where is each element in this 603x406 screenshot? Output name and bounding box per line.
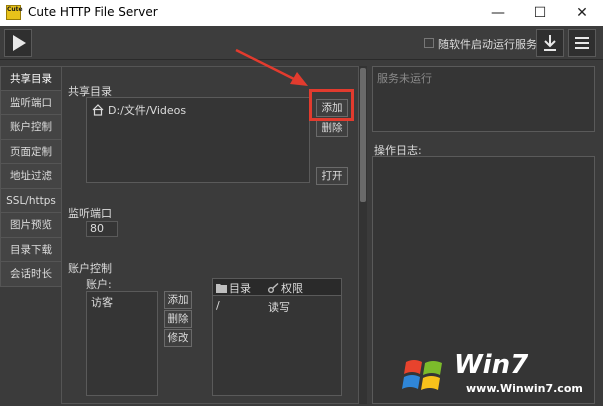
delete-dir-button[interactable]: 删除 — [316, 119, 348, 137]
tab-image-preview[interactable]: 图片预览 — [0, 213, 62, 238]
highlight-box — [309, 89, 354, 121]
row-dir: / — [216, 299, 220, 312]
tab-page-custom[interactable]: 页面定制 — [0, 139, 62, 164]
watermark-url: www.Winwin7.com — [466, 382, 583, 395]
folder-path: D:/文件/Videos — [108, 104, 187, 117]
scroll-thumb[interactable] — [360, 68, 366, 202]
shared-dir-list[interactable]: D:/文件/Videos — [86, 97, 310, 183]
listen-port-title: 监听端口 — [68, 207, 112, 220]
hamburger-icon — [575, 37, 589, 49]
port-input[interactable]: 80 — [86, 221, 118, 237]
modify-user-button[interactable]: 修改 — [164, 329, 192, 347]
menu-button[interactable] — [568, 29, 596, 57]
delete-user-button[interactable]: 删除 — [164, 310, 192, 328]
window-title: Cute HTTP File Server — [28, 5, 158, 19]
download-icon — [544, 35, 556, 51]
account-list[interactable]: 访客 — [86, 291, 158, 396]
autostart-checkbox[interactable] — [424, 38, 434, 48]
tab-account-control[interactable]: 账户控制 — [0, 115, 62, 140]
accounts-label: 账户: — [86, 278, 112, 291]
status-text: 服务未运行 — [377, 72, 432, 85]
row-perm: 读写 — [268, 301, 290, 314]
col-dir-header[interactable]: 目录 — [216, 280, 251, 296]
windows-flag-icon — [402, 360, 442, 390]
maximize-button[interactable]: ☐ — [519, 0, 561, 26]
status-panel: 服务未运行 — [372, 66, 595, 132]
tab-dir-download[interactable]: 目录下载 — [0, 237, 62, 262]
list-item[interactable]: 访客 — [91, 294, 113, 310]
settings-scrollbar[interactable] — [359, 66, 367, 404]
tab-session-time[interactable]: 会话时长 — [0, 262, 62, 287]
key-icon — [268, 283, 279, 293]
tab-shared-dir[interactable]: 共享目录 — [0, 66, 62, 91]
list-item[interactable]: D:/文件/Videos — [92, 102, 186, 118]
col-perm-header[interactable]: 权限 — [268, 280, 303, 296]
minimize-button[interactable]: — — [477, 0, 519, 26]
tab-listen-port[interactable]: 监听端口 — [0, 90, 62, 115]
permission-table[interactable]: 目录 权限 / 读写 — [212, 278, 342, 396]
title-bar: Cute Cute HTTP File Server — ☐ ✕ — [0, 0, 603, 26]
autostart-label: 随软件启动运行服务 — [438, 38, 537, 51]
settings-tabs: 共享目录 监听端口 账户控制 页面定制 地址过滤 SSL/https 图片预览 … — [0, 66, 62, 287]
watermark-logo: Win7 www.Winwin7.com — [400, 348, 596, 404]
open-dir-button[interactable]: 打开 — [316, 167, 348, 185]
download-button[interactable] — [536, 29, 564, 57]
toolbar: 随软件启动运行服务 — [0, 26, 603, 60]
folder-icon — [216, 284, 227, 293]
app-logo-icon: Cute — [6, 5, 23, 20]
home-folder-icon — [92, 104, 104, 116]
add-user-button[interactable]: 添加 — [164, 291, 192, 309]
start-server-button[interactable] — [4, 29, 32, 57]
tab-ssl[interactable]: SSL/https — [0, 188, 62, 213]
watermark-logo-text: Win7 — [454, 350, 529, 380]
play-icon — [13, 35, 26, 51]
close-button[interactable]: ✕ — [561, 0, 603, 26]
table-header: 目录 权限 — [213, 279, 341, 296]
tab-address-filter[interactable]: 地址过滤 — [0, 164, 62, 189]
account-title: 账户控制 — [68, 262, 112, 275]
